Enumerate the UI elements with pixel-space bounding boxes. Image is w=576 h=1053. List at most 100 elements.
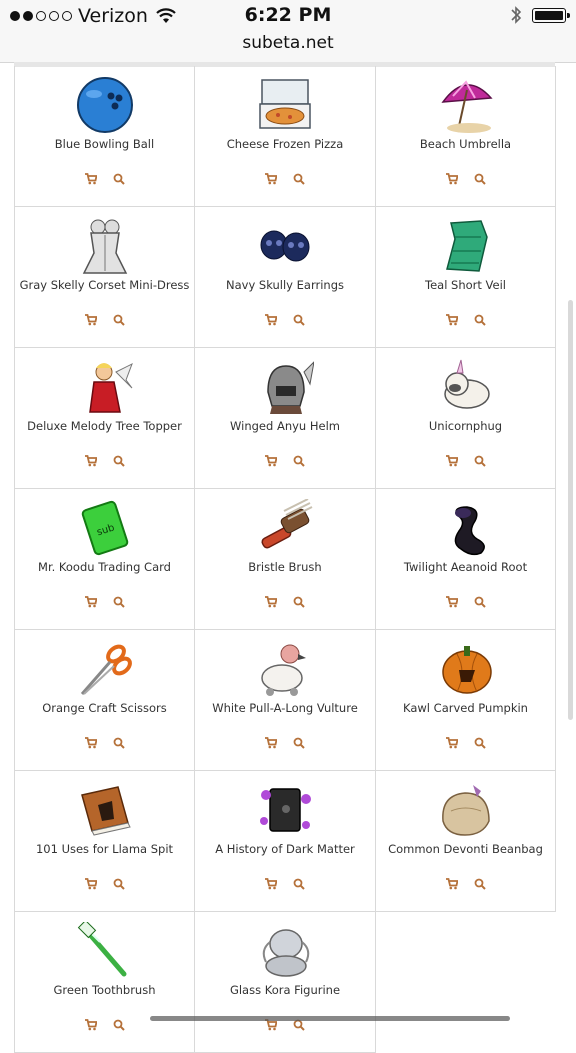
shopping-cart-icon[interactable]	[84, 452, 98, 467]
pumpkin-icon[interactable]	[437, 640, 495, 698]
search-icon[interactable]	[113, 311, 125, 326]
search-icon[interactable]	[293, 875, 305, 890]
search-icon[interactable]	[474, 170, 486, 185]
item-cell: Teal Short Veil	[376, 207, 556, 348]
item-cell: White Pull-A-Long Vulture	[195, 630, 376, 771]
shopping-cart-icon[interactable]	[445, 593, 459, 608]
item-name: Orange Craft Scissors	[42, 701, 167, 715]
item-name: Gray Skelly Corset Mini-Dress	[19, 278, 190, 292]
item-name: Green Toothbrush	[53, 983, 156, 997]
item-cell: Navy Skully Earrings	[195, 207, 376, 348]
dark-root-icon[interactable]	[437, 499, 495, 557]
shopping-cart-icon[interactable]	[265, 593, 278, 608]
item-name: Teal Short Veil	[425, 278, 506, 292]
item-name: Deluxe Melody Tree Topper	[27, 419, 182, 433]
shopping-cart-icon[interactable]	[265, 170, 278, 185]
item-name: Bristle Brush	[248, 560, 322, 574]
item-name: Cheese Frozen Pizza	[226, 137, 344, 151]
item-cell: Glass Kora Figurine	[195, 912, 376, 1053]
search-icon[interactable]	[293, 734, 305, 749]
search-icon[interactable]	[293, 170, 305, 185]
item-cell: 101 Uses for Llama Spit	[15, 771, 195, 912]
beanbag-icon[interactable]	[437, 781, 495, 839]
search-icon[interactable]	[474, 311, 486, 326]
shopping-cart-icon[interactable]	[445, 452, 459, 467]
bluetooth-icon	[511, 6, 522, 24]
home-indicator[interactable]	[150, 1016, 510, 1021]
search-icon[interactable]	[113, 734, 125, 749]
scissors-icon[interactable]	[76, 640, 134, 698]
item-cell: Cheese Frozen Pizza	[195, 66, 376, 207]
brush-icon[interactable]	[256, 499, 314, 557]
item-name: Common Devonti Beanbag	[388, 842, 543, 856]
shopping-cart-icon[interactable]	[445, 311, 459, 326]
skull-earrings-icon[interactable]	[256, 217, 314, 275]
shopping-cart-icon[interactable]	[265, 311, 278, 326]
item-cell: Unicornphug	[376, 348, 556, 489]
search-icon[interactable]	[113, 1016, 125, 1031]
item-name: Blue Bowling Ball	[54, 137, 155, 151]
item-cell: Beach Umbrella	[376, 66, 556, 207]
item-cell: Winged Anyu Helm	[195, 348, 376, 489]
shopping-cart-icon[interactable]	[265, 452, 278, 467]
search-icon[interactable]	[474, 875, 486, 890]
shopping-cart-icon[interactable]	[84, 875, 98, 890]
item-name: Beach Umbrella	[419, 137, 512, 151]
shopping-cart-icon[interactable]	[84, 593, 98, 608]
shopping-cart-icon[interactable]	[265, 734, 278, 749]
search-icon[interactable]	[113, 593, 125, 608]
item-name: Unicornphug	[428, 419, 503, 433]
item-name: White Pull-A-Long Vulture	[212, 701, 358, 715]
item-name: Glass Kora Figurine	[229, 983, 341, 997]
search-icon[interactable]	[293, 311, 305, 326]
shopping-cart-icon[interactable]	[84, 170, 98, 185]
item-cell: Blue Bowling Ball	[15, 66, 195, 207]
item-cell: sub Mr. Koodu Trading Card	[15, 489, 195, 630]
search-icon[interactable]	[474, 452, 486, 467]
veil-icon[interactable]	[437, 217, 495, 275]
shopping-cart-icon[interactable]	[445, 170, 459, 185]
shopping-cart-icon[interactable]	[445, 734, 459, 749]
item-cell: A History of Dark Matter	[195, 771, 376, 912]
search-icon[interactable]	[293, 593, 305, 608]
item-cell: Bristle Brush	[195, 489, 376, 630]
item-name: Twilight Aeanoid Root	[403, 560, 528, 574]
search-icon[interactable]	[113, 452, 125, 467]
item-name: Winged Anyu Helm	[230, 419, 340, 433]
item-cell: Orange Craft Scissors	[15, 630, 195, 771]
dress-icon[interactable]	[76, 217, 134, 275]
address-bar[interactable]: subeta.net	[0, 32, 576, 63]
item-cell: Deluxe Melody Tree Topper	[15, 348, 195, 489]
url-text[interactable]: subeta.net	[242, 33, 333, 53]
item-cell: Kawl Carved Pumpkin	[376, 630, 556, 771]
toothbrush-icon[interactable]	[76, 922, 134, 980]
shopping-cart-icon[interactable]	[84, 734, 98, 749]
unicorn-pug-icon[interactable]	[437, 358, 495, 416]
dark-book-icon[interactable]	[256, 781, 314, 839]
search-icon[interactable]	[293, 452, 305, 467]
trading-card-icon[interactable]: sub	[76, 499, 134, 557]
vulture-toy-icon[interactable]	[256, 640, 314, 698]
pizza-box-icon[interactable]	[256, 76, 314, 134]
search-icon[interactable]	[113, 170, 125, 185]
shopping-cart-icon[interactable]	[84, 311, 98, 326]
bowling-ball-icon[interactable]	[76, 76, 134, 134]
umbrella-icon[interactable]	[437, 76, 495, 134]
shopping-cart-icon[interactable]	[445, 875, 459, 890]
book-icon[interactable]	[76, 781, 134, 839]
item-name: A History of Dark Matter	[215, 842, 355, 856]
item-name: Kawl Carved Pumpkin	[403, 701, 528, 715]
search-icon[interactable]	[474, 734, 486, 749]
helm-icon[interactable]	[256, 358, 314, 416]
angel-topper-icon[interactable]	[76, 358, 134, 416]
item-cell: Gray Skelly Corset Mini-Dress	[15, 207, 195, 348]
clock: 6:22 PM	[244, 4, 332, 26]
shopping-cart-icon[interactable]	[84, 1016, 98, 1031]
figurine-icon[interactable]	[256, 922, 314, 980]
item-cell: Common Devonti Beanbag	[376, 771, 556, 912]
search-icon[interactable]	[113, 875, 125, 890]
shopping-cart-icon[interactable]	[265, 875, 278, 890]
search-icon[interactable]	[474, 593, 486, 608]
scrollbar[interactable]	[568, 300, 573, 720]
battery-icon	[532, 7, 570, 23]
